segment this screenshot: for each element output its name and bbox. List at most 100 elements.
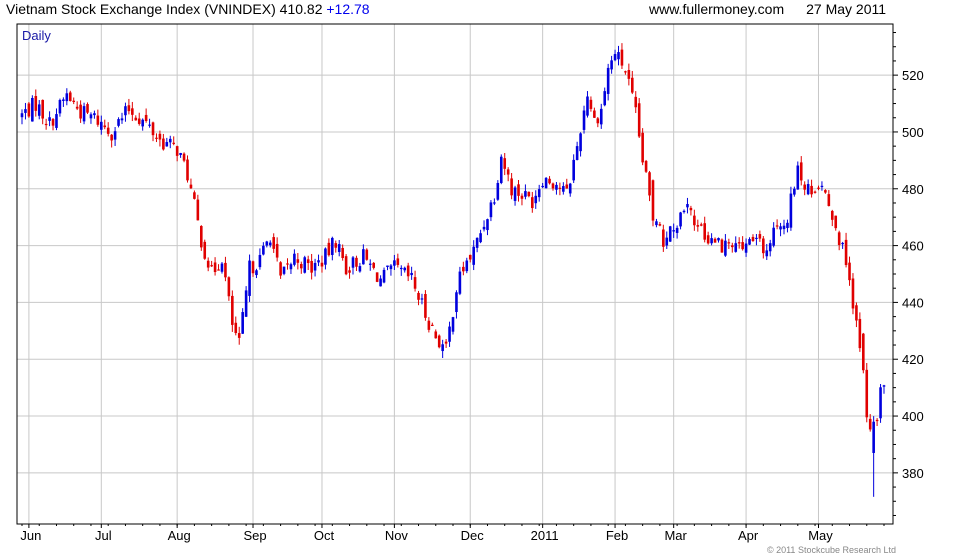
candle-body (475, 237, 479, 248)
candle-body (193, 192, 196, 199)
candle-body (499, 156, 503, 183)
candle-body (293, 253, 296, 265)
candle-body (217, 269, 220, 271)
candle-body (151, 122, 155, 136)
candle-body (365, 249, 369, 260)
candle-body (637, 103, 641, 137)
candle-body (537, 189, 541, 198)
candle-body (575, 146, 579, 161)
candle-body (527, 191, 531, 197)
candle-body (344, 256, 348, 275)
candle-body (437, 335, 441, 348)
candle-body (589, 99, 593, 109)
candle-body (65, 93, 69, 102)
candle-body (275, 243, 279, 258)
y-tick-label: 380 (902, 466, 924, 481)
candle-body (782, 225, 786, 230)
candle-body (582, 110, 586, 130)
candle-body (334, 243, 338, 248)
candle-body (86, 104, 89, 113)
y-tick-label: 440 (902, 295, 924, 310)
candle-body (734, 243, 738, 252)
candle-body (196, 199, 200, 221)
candle-body (786, 222, 789, 229)
candle-body (486, 219, 489, 231)
candle-body (265, 241, 269, 246)
candle-body (282, 266, 286, 274)
candle-body (768, 243, 772, 252)
candle-body (668, 226, 672, 242)
candle-body (313, 262, 317, 271)
candle-body (131, 108, 134, 115)
candle-body (679, 212, 682, 227)
candle-body (810, 185, 813, 195)
copyright-notice: © 2011 Stockcube Research Ltd (766, 545, 896, 555)
candle-body (744, 243, 748, 253)
candle-body (434, 331, 438, 339)
candle-body (813, 191, 817, 193)
candle-body (158, 133, 162, 140)
candle-body (634, 96, 638, 108)
candle-body (320, 262, 324, 267)
candle-body (79, 104, 82, 119)
candle-body (279, 262, 282, 276)
candle-body (858, 318, 862, 349)
candle-body (524, 191, 527, 197)
candle-body (762, 238, 765, 254)
candle-body (644, 160, 648, 172)
candle-body (472, 246, 475, 265)
candle-body (624, 71, 627, 73)
candle-body (234, 322, 238, 334)
candle-body (251, 261, 255, 274)
candle-body (841, 242, 844, 245)
candle-body (341, 247, 344, 259)
candle-body (517, 184, 520, 196)
candle-body (586, 96, 589, 116)
x-tick-label: Mar (664, 528, 687, 543)
candle-body (855, 305, 858, 321)
candle-body (296, 259, 300, 263)
candle-body (872, 421, 875, 453)
candle-body (696, 225, 700, 227)
candle-body (551, 183, 555, 189)
candle-body (496, 182, 500, 200)
candle-body (717, 238, 720, 241)
candle-body (120, 118, 124, 121)
candle-body (272, 237, 276, 249)
candle-body (96, 115, 100, 125)
candle-body (706, 235, 710, 244)
candle-body (127, 105, 131, 112)
candle-body (155, 137, 158, 139)
candle-body (351, 257, 355, 268)
candle-body (462, 266, 465, 272)
y-tick-label: 400 (902, 409, 924, 424)
candle-body (372, 262, 375, 268)
candle-body (772, 227, 775, 246)
candle-body (748, 239, 751, 245)
candle-body (751, 236, 755, 242)
candle-body (720, 239, 724, 253)
candle-body (358, 266, 362, 272)
period-label: Daily (22, 28, 51, 43)
candle-body (737, 242, 741, 244)
candle-body (224, 262, 227, 278)
candle-body (51, 119, 55, 126)
plot-frame (16, 23, 894, 525)
candle-body (596, 118, 600, 124)
candle-body (544, 177, 548, 189)
candle-body (299, 263, 303, 269)
candle-body (724, 240, 727, 256)
candle-body (317, 260, 320, 263)
candle-body (227, 277, 231, 297)
candle-body (162, 138, 165, 150)
candle-body (237, 333, 241, 338)
candle-body (593, 110, 596, 118)
candle-body (124, 106, 127, 116)
candle-body (172, 142, 176, 144)
candle-body (789, 193, 793, 228)
candle-body (755, 237, 758, 240)
candle-body (386, 265, 389, 268)
candle-body (34, 96, 38, 111)
candle-body (24, 109, 27, 113)
candle-body (337, 244, 341, 252)
